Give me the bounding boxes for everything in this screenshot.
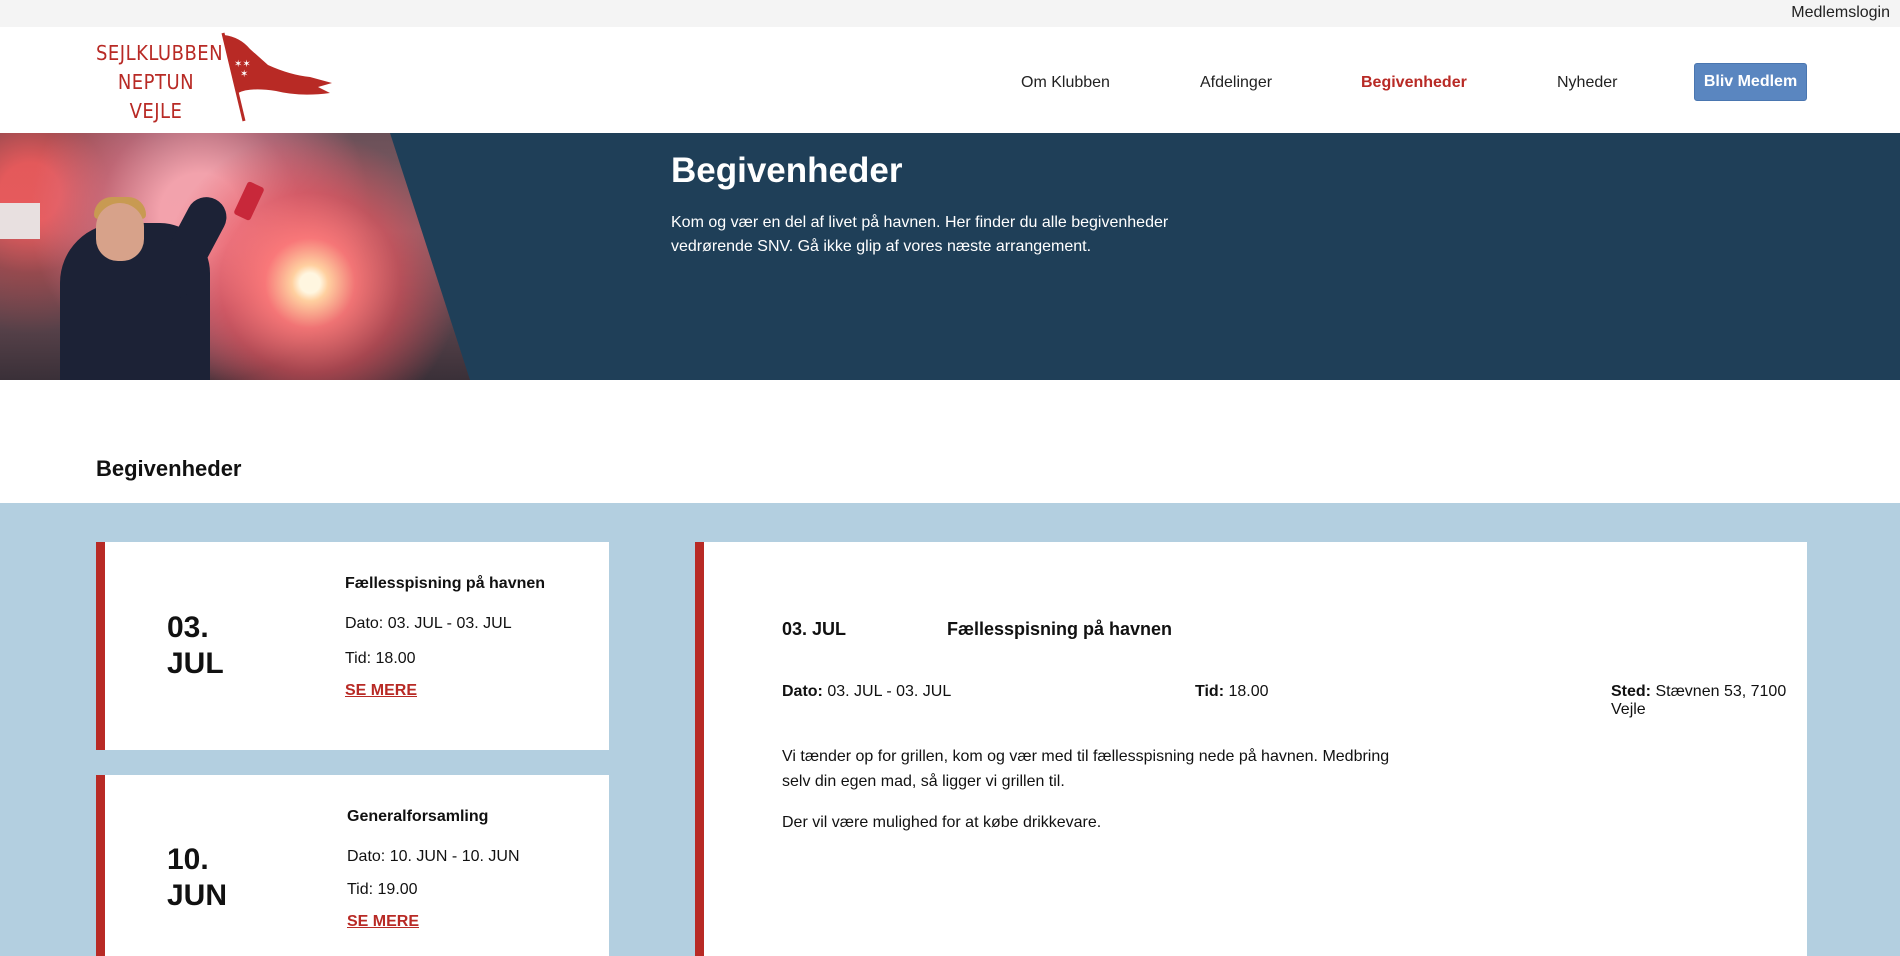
event-detail-panel: 03. JUL Fællesspisning på havnen Dato: 0… — [695, 542, 1807, 956]
logo-wordmark: SEJLKLUBBEN NEPTUN VEJLE — [96, 41, 224, 123]
event-date-range: Dato: 03. JUL - 03. JUL — [345, 615, 512, 632]
nav-item-begivenheder[interactable]: Begivenheder — [1361, 74, 1467, 92]
event-time: Tid: 18.00 — [345, 650, 416, 667]
detail-date: 03. JUL — [782, 619, 847, 639]
event-date-badge: 03. JUL — [167, 611, 224, 680]
event-title: Generalforsamling — [347, 808, 489, 825]
member-login-link[interactable]: Medlemslogin — [1791, 4, 1890, 22]
detail-location: Sted: Stævnen 53, 7100 Vejle — [1611, 683, 1787, 718]
site-header: SEJLKLUBBEN NEPTUN VEJLE ✶✶ ✶ Om Klubben… — [0, 27, 1900, 133]
club-logo[interactable]: SEJLKLUBBEN NEPTUN VEJLE ✶✶ ✶ — [96, 31, 356, 127]
top-utility-bar: Medlemslogin — [0, 0, 1900, 27]
event-card[interactable]: 10. JUN Generalforsamling Dato: 10. JUN … — [96, 775, 609, 956]
flag-icon: ✶✶ ✶ — [221, 32, 332, 122]
event-time: Tid: 19.00 — [347, 881, 418, 898]
hero-banner: Begivenheder Kom og vær en del af livet … — [0, 133, 1900, 380]
hero-description: Kom og vær en del af livet på havnen. He… — [671, 214, 1169, 255]
hero-photo — [0, 133, 470, 380]
see-more-link[interactable]: SE MERE — [345, 682, 417, 700]
become-member-button[interactable]: Bliv Medlem — [1694, 63, 1807, 101]
flare-icon — [233, 180, 265, 222]
nav-item-om-klubben[interactable]: Om Klubben — [1021, 74, 1110, 92]
event-card[interactable]: 03. JUL Fællesspisning på havnen Dato: 0… — [96, 542, 609, 750]
detail-time: Tid: 18.00 — [1195, 683, 1269, 700]
detail-description: Vi tænder op for grillen, kom og vær med… — [782, 748, 1390, 831]
section-title: Begivenheder — [96, 456, 242, 481]
event-date-badge: 10. JUN — [167, 843, 228, 912]
event-date-range: Dato: 10. JUN - 10. JUN — [347, 848, 520, 865]
detail-title: Fællesspisning på havnen — [947, 619, 1173, 639]
nav-item-nyheder[interactable]: Nyheder — [1557, 74, 1617, 92]
hero-title: Begivenheder — [671, 151, 903, 190]
nav-item-afdelinger[interactable]: Afdelinger — [1200, 74, 1272, 92]
event-title: Fællesspisning på havnen — [345, 575, 546, 592]
events-area: 03. JUL Fællesspisning på havnen Dato: 0… — [0, 503, 1900, 956]
detail-date-range: Dato: 03. JUL - 03. JUL — [782, 683, 952, 700]
svg-text:✶: ✶ — [240, 69, 248, 80]
see-more-link[interactable]: SE MERE — [347, 913, 419, 931]
